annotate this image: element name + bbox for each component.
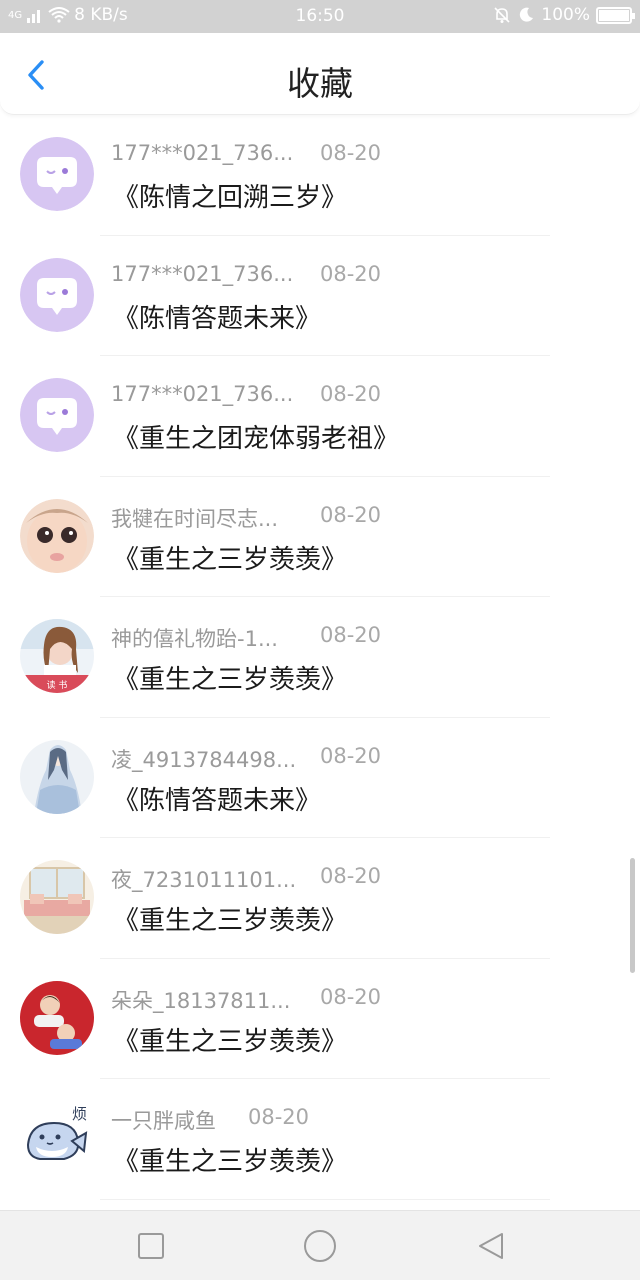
- favorite-date: 08-20: [320, 984, 382, 1009]
- favorite-date: 08-20: [320, 743, 382, 768]
- book-title: 《重生之三岁羡羡》: [113, 1147, 348, 1177]
- status-bar: 4G 8 KB/s 16:50 100%: [0, 0, 640, 33]
- user-name: 177***021_736...: [111, 261, 294, 286]
- book-title: 《陈情答题未来》: [113, 303, 322, 334]
- chat-bubble-avatar: [20, 257, 94, 332]
- battery-percent: 100%: [541, 5, 590, 25]
- book-title: 《重生之三岁羡羡》: [113, 906, 348, 936]
- children-photo-avatar: [20, 980, 94, 1055]
- system-nav-bar: [0, 1210, 640, 1280]
- book-title: 《重生之三岁羡羡》: [113, 544, 348, 575]
- triangle-back-icon[interactable]: [476, 1231, 506, 1261]
- list-item[interactable]: 读 书 神的僖礼物跆-1... 08-20 《重生之三岁羡羡》: [0, 597, 640, 718]
- top-header: 收藏: [0, 33, 640, 115]
- list-item[interactable]: 凌_4913784498... 08-20 《陈情答题未来》: [0, 718, 640, 838]
- favorite-date: 08-20: [320, 502, 382, 527]
- list-item[interactable]: 177***021_736... 08-20 《陈情答题未来》: [0, 236, 640, 356]
- user-name: 177***021_736...: [111, 382, 294, 406]
- list-item[interactable]: 我犍在时间尽志... 08-20 《重生之三岁羡羡》: [0, 477, 640, 597]
- baby-photo-avatar: [20, 498, 94, 573]
- battery-icon: [596, 6, 635, 24]
- circle-icon[interactable]: [302, 1228, 338, 1264]
- svg-text:读 书: 读 书: [47, 679, 68, 691]
- room-photo-avatar: [20, 860, 94, 934]
- book-title: 《陈情答题未来》: [113, 785, 322, 816]
- favorites-list: 177***021_736... 08-20 《陈情之回溯三岁》 177***0…: [0, 115, 640, 1200]
- user-name: 凌_4913784498...: [111, 747, 297, 772]
- favorite-date: 08-20: [320, 864, 382, 888]
- bell-off-icon: [494, 7, 510, 23]
- favorite-date: 08-20: [320, 623, 382, 647]
- user-name: 177***021_736...: [111, 141, 294, 165]
- user-name: 夜_7231011101...: [111, 868, 297, 892]
- book-title: 《重生之三岁羡羡》: [113, 665, 348, 695]
- favorite-date: 08-20: [320, 382, 382, 406]
- girl-photo-avatar: 读 书: [20, 619, 94, 693]
- user-name: 一只胖咸鱼: [111, 1109, 216, 1133]
- list-item[interactable]: 177***021_736... 08-20 《陈情之回溯三岁》: [0, 115, 640, 236]
- list-item[interactable]: 夜_7231011101... 08-20 《重生之三岁羡羡》: [0, 838, 640, 959]
- square-icon[interactable]: [136, 1231, 166, 1261]
- list-item[interactable]: 烦 一只胖咸鱼 08-20 《重生之三岁羡羡》: [0, 1079, 640, 1200]
- user-name: 朵朵_18137811...: [111, 988, 291, 1013]
- book-title: 《陈情之回溯三岁》: [113, 183, 348, 213]
- moon-icon: [520, 7, 534, 22]
- divider: [100, 1198, 550, 1200]
- page-title: 收藏: [287, 64, 353, 103]
- favorite-date: 08-20: [320, 261, 382, 286]
- avatar-label: 烦: [72, 1105, 88, 1123]
- chat-bubble-avatar: [20, 137, 94, 211]
- favorite-date: 08-20: [320, 141, 382, 165]
- book-title: 《重生之三岁羡羡》: [113, 1026, 348, 1057]
- list-item[interactable]: 177***021_736... 08-20 《重生之团宠体弱老祖》: [0, 356, 640, 477]
- anime-character-avatar: [20, 739, 94, 814]
- user-name: 我犍在时间尽志...: [111, 506, 279, 531]
- favorite-date: 08-20: [248, 1105, 310, 1129]
- chat-bubble-avatar: [20, 378, 94, 452]
- list-item[interactable]: 朵朵_18137811... 08-20 《重生之三岁羡羡》: [0, 959, 640, 1079]
- scrollbar[interactable]: [630, 858, 635, 973]
- status-right: 100%: [493, 5, 635, 25]
- book-title: 《重生之团宠体弱老祖》: [113, 424, 400, 454]
- user-name: 神的僖礼物跆-1...: [111, 627, 278, 651]
